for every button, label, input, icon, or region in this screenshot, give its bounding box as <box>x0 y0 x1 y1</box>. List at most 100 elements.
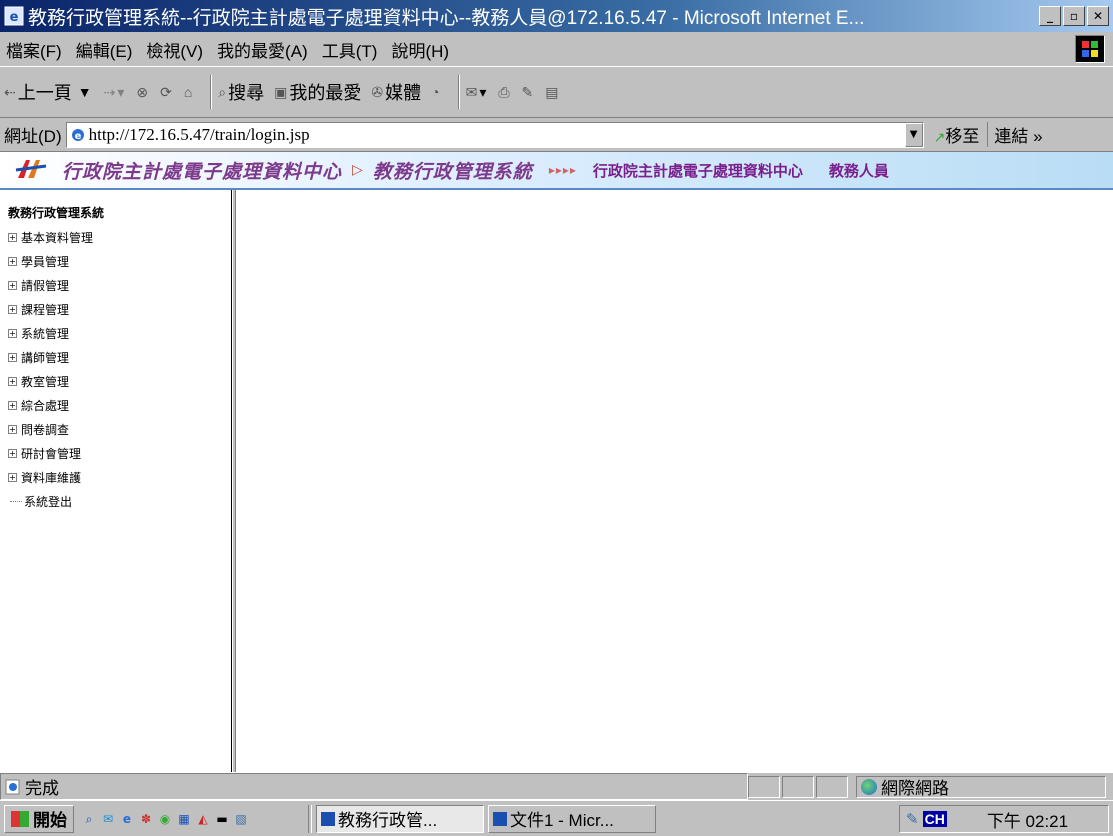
svg-text:e: e <box>10 10 19 25</box>
nav-tree-title: 教務行政管理系統 <box>8 206 105 220</box>
refresh-button[interactable]: ⟳ <box>160 84 174 101</box>
back-dropdown-icon[interactable]: ▼ <box>78 84 92 100</box>
tree-item-classrooms[interactable]: + 教室管理 <box>8 369 231 393</box>
favorites-label: 我的最愛 <box>289 83 362 103</box>
tree-item-students[interactable]: + 學員管理 <box>8 249 231 273</box>
forward-button[interactable]: ⇢ ▾ <box>104 84 127 101</box>
expand-plus-icon[interactable]: + <box>8 472 17 482</box>
expand-plus-icon[interactable]: + <box>8 328 17 338</box>
banner-arrow-icon: ▷ <box>352 162 363 178</box>
tree-item-label: 請假管理 <box>21 278 70 293</box>
quick-launch-media-icon[interactable]: ◉ <box>158 812 172 826</box>
menu-favorites[interactable]: 我的最愛(A) <box>217 37 308 62</box>
menu-help[interactable]: 說明(H) <box>391 37 449 62</box>
close-button[interactable]: ✕ <box>1087 6 1109 26</box>
search-button[interactable]: ⌕ 搜尋 <box>218 79 264 105</box>
title-bar[interactable]: e 教務行政管理系統--行政院主計處電子處理資料中心--教務人員@172.16.… <box>0 0 1113 32</box>
stop-button[interactable]: ⊗ <box>136 84 150 101</box>
quick-launch-search-icon[interactable]: ⌕ <box>82 812 96 826</box>
tree-item-label: 研討會管理 <box>21 446 82 461</box>
quick-launch-tool-icon[interactable]: ✽ <box>139 812 153 826</box>
stop-icon: ⊗ <box>136 83 149 100</box>
clock[interactable]: 下午 02:21 <box>987 807 1068 832</box>
menu-edit[interactable]: 編輯(E) <box>76 37 133 62</box>
expand-plus-icon[interactable]: + <box>8 280 17 290</box>
mail-dropdown-icon[interactable]: ▾ <box>479 84 486 101</box>
tree-item-basic-data[interactable]: + 基本資料管理 <box>8 225 231 249</box>
site-banner: 行政院主計處電子處理資料中心 ▷ 教務行政管理系統 ▸▸▸▸ 行政院主計處電子處… <box>0 152 1113 190</box>
quick-launch: ⌕ ✉ e ✽ ◉ ▦ ◭ ▬ ▧ <box>82 812 248 826</box>
status-bar: 完成 網際網路 <box>0 772 1113 800</box>
mail-button[interactable]: ✉ ▾ <box>466 84 489 101</box>
print-button[interactable]: ⎙ <box>498 84 511 101</box>
taskbar-separator <box>308 804 312 833</box>
quick-launch-acrobat-icon[interactable]: ◭ <box>196 812 210 826</box>
tree-item-courses[interactable]: + 課程管理 <box>8 297 231 321</box>
start-button[interactable]: 開始 <box>4 804 74 833</box>
task-button-ie[interactable]: 教務行政管... <box>316 804 484 833</box>
tree-item-label: 綜合處理 <box>21 398 70 413</box>
forward-dropdown-icon[interactable]: ▾ <box>117 84 124 101</box>
links-button[interactable]: 連結 » <box>987 122 1043 147</box>
expand-plus-icon[interactable]: + <box>8 304 17 314</box>
task-button-word[interactable]: 文件1 - Micr... <box>488 804 656 833</box>
tree-item-seminar[interactable]: + 研討會管理 <box>8 441 231 465</box>
tree-item-logout[interactable]: 系統登出 <box>8 489 231 513</box>
go-button[interactable]: ↗移至 <box>934 122 980 147</box>
mail-icon: ✉ <box>465 83 478 100</box>
links-label: 連結 <box>994 127 1029 146</box>
expand-plus-icon[interactable]: + <box>8 424 17 434</box>
go-arrow-icon: ↗ <box>933 129 946 145</box>
expand-plus-icon[interactable]: + <box>8 400 17 410</box>
minimize-button[interactable]: _ <box>1039 6 1061 26</box>
tree-item-leave[interactable]: + 請假管理 <box>8 273 231 297</box>
tree-item-database[interactable]: + 資料庫維護 <box>8 465 231 489</box>
quick-launch-word-icon[interactable]: ▦ <box>177 812 191 826</box>
ime-indicator[interactable]: CH <box>922 811 947 827</box>
expand-plus-icon[interactable]: + <box>8 376 17 386</box>
tree-item-label: 課程管理 <box>21 302 70 317</box>
edit-button[interactable]: ✎ <box>522 84 536 101</box>
tree-item-survey[interactable]: + 問卷調查 <box>8 417 231 441</box>
windows-logo-icon <box>1075 35 1105 63</box>
address-bar: 網址(D) e http://172.16.5.47/train/login.j… <box>0 118 1113 152</box>
svg-text:e: e <box>74 131 81 142</box>
expand-plus-icon[interactable]: + <box>8 352 17 362</box>
menu-view[interactable]: 檢視(V) <box>146 37 203 62</box>
toolbar-separator <box>457 75 460 109</box>
menu-file[interactable]: 檔案(F) <box>6 37 62 62</box>
quick-launch-cmd-icon[interactable]: ▬ <box>215 812 229 826</box>
discuss-button[interactable]: ▤ <box>545 84 560 101</box>
edit-icon: ✎ <box>521 83 534 100</box>
back-button[interactable]: ⇠ 上一頁 ▼ <box>4 79 94 105</box>
status-pane <box>748 775 780 798</box>
quick-launch-ie-icon[interactable]: e <box>120 812 134 826</box>
tray-pen-icon[interactable]: ✎ <box>906 810 919 828</box>
expand-plus-icon[interactable]: + <box>8 448 17 458</box>
address-dropdown-icon[interactable]: ▼ <box>904 122 923 147</box>
task-label: 教務行政管... <box>338 811 438 830</box>
tree-item-label: 教室管理 <box>21 374 70 389</box>
home-button[interactable]: ⌂ <box>184 84 194 100</box>
maximize-button[interactable]: ▫ <box>1063 6 1085 26</box>
main-frame <box>236 190 1113 772</box>
tree-item-general[interactable]: + 綜合處理 <box>8 393 231 417</box>
address-input[interactable]: e http://172.16.5.47/train/login.jsp ▼ <box>65 121 924 148</box>
back-arrow-icon: ⇠ <box>4 83 16 100</box>
tree-item-instructors[interactable]: + 講師管理 <box>8 345 231 369</box>
status-pane <box>782 775 814 798</box>
quick-launch-desktop-icon[interactable]: ▧ <box>234 812 248 826</box>
expand-plus-icon[interactable]: + <box>8 232 17 242</box>
media-button[interactable]: ✇ 媒體 <box>371 79 421 105</box>
forward-arrow-icon: ⇢ <box>103 83 116 100</box>
task-ie-icon <box>321 811 335 826</box>
quick-launch-outlook-icon[interactable]: ✉ <box>101 812 115 826</box>
tree-line-icon <box>10 500 22 502</box>
menu-tools[interactable]: 工具(T) <box>322 37 378 62</box>
favorites-button[interactable]: ▣ 我的最愛 <box>274 79 361 105</box>
tree-item-system[interactable]: + 系統管理 <box>8 321 231 345</box>
expand-plus-icon[interactable]: + <box>8 256 17 266</box>
history-button[interactable]: ◔ <box>431 84 441 100</box>
search-label: 搜尋 <box>228 83 265 103</box>
tree-item-label: 問卷調查 <box>21 422 70 437</box>
